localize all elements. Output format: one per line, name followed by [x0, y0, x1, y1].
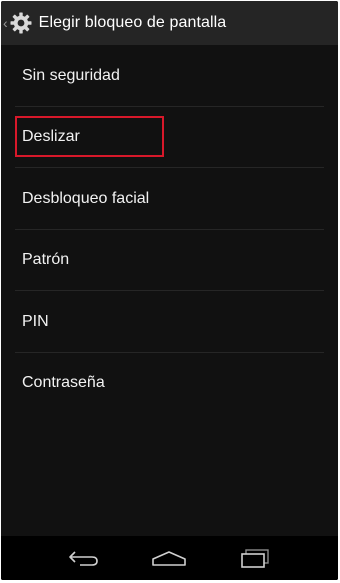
option-label: Contraseña [22, 374, 105, 392]
page-title: Elegir bloqueo de pantalla [38, 14, 227, 31]
option-label: Desbloqueo facial [22, 189, 150, 207]
gear-icon [10, 12, 32, 34]
option-sin-seguridad[interactable]: Sin seguridad [1, 45, 338, 107]
chevron-left-icon: ‹ [3, 15, 8, 31]
option-pin[interactable]: PIN [1, 291, 338, 353]
option-label: Deslizar [22, 128, 80, 146]
option-label: PIN [22, 312, 49, 330]
option-label: Patrón [22, 251, 70, 269]
recent-apps-button[interactable] [235, 543, 275, 573]
back-arrow-icon [69, 551, 98, 566]
up-navigation-button[interactable]: ‹ [1, 1, 39, 45]
action-bar: ‹ Elegir bloqueo de pantalla [1, 1, 338, 45]
option-patron[interactable]: Patrón [1, 230, 338, 291]
phone-screen: ‹ Elegir bloqueo de pantalla Sin segurid… [1, 1, 338, 580]
option-desbloqueo-facial[interactable]: Desbloqueo facial [1, 168, 338, 230]
lock-options-list: Sin seguridad Deslizar Desbloqueo facial… [1, 45, 338, 536]
navigation-bar [1, 536, 338, 580]
back-button[interactable] [64, 543, 104, 573]
option-label: Sin seguridad [22, 66, 120, 84]
home-icon [152, 551, 187, 566]
option-deslizar[interactable]: Deslizar [1, 107, 338, 168]
recent-apps-icon [241, 549, 269, 568]
home-button[interactable] [149, 543, 189, 573]
option-contrasena[interactable]: Contraseña [1, 353, 338, 415]
